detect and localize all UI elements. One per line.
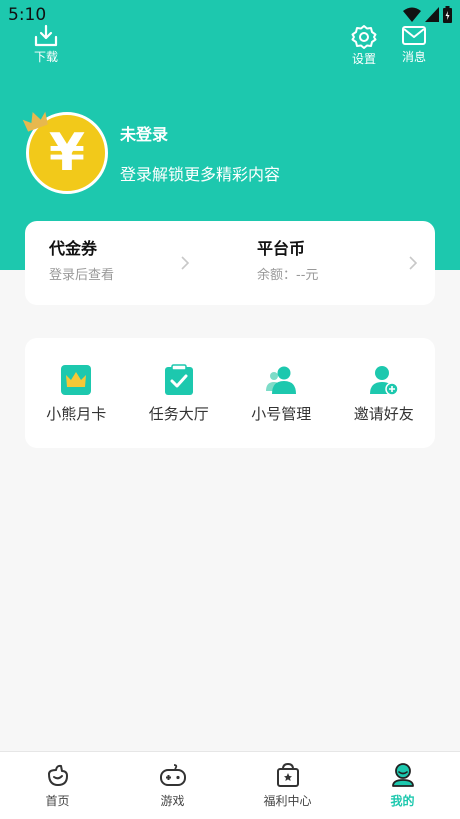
service-label: 邀请好友: [353, 405, 414, 423]
service-monthly-card[interactable]: 小熊月卡: [25, 338, 128, 448]
download-button[interactable]: 下载: [33, 24, 59, 65]
voucher-title: 代金券: [49, 239, 98, 258]
service-sub-account[interactable]: 小号管理: [230, 338, 333, 448]
login-hint[interactable]: 登录解锁更多精彩内容: [120, 161, 280, 185]
mail-icon: [402, 26, 426, 45]
download-icon: [34, 24, 58, 47]
voucher-subtitle: 登录后查看: [49, 268, 115, 283]
service-label: 任务大厅: [148, 405, 209, 423]
avatar-yen-symbol: ¥: [48, 123, 86, 183]
bottom-tab-bar: 首页 游戏 福利中心 我的: [0, 751, 460, 819]
tab-mine[interactable]: 我的: [345, 752, 460, 819]
avatar[interactable]: ¥: [22, 108, 112, 198]
chevron-right-icon: [409, 256, 418, 270]
messages-label: 消息: [401, 50, 426, 64]
download-label: 下载: [33, 50, 58, 64]
tab-games[interactable]: 游戏: [115, 752, 230, 819]
tab-label: 我的: [390, 794, 415, 808]
tab-label: 游戏: [160, 794, 185, 808]
status-icons: [403, 6, 452, 23]
gear-icon: [351, 25, 377, 49]
wifi-icon: [403, 7, 421, 22]
sub-account-icon: [266, 366, 297, 394]
tab-welfare[interactable]: 福利中心: [230, 752, 345, 819]
service-task-hall[interactable]: 任务大厅: [128, 338, 231, 448]
messages-button[interactable]: 消息: [401, 24, 427, 65]
tab-label: 首页: [45, 794, 70, 808]
chevron-right-icon: [181, 256, 190, 270]
service-invite-friend[interactable]: 邀请好友: [333, 338, 436, 448]
invite-friend-icon: [369, 366, 399, 396]
status-bar: 5:10: [0, 0, 460, 30]
status-time: 5:10: [8, 5, 47, 25]
platform-coin-balance: 余额：--元: [257, 268, 319, 283]
task-clipboard-icon: [164, 364, 193, 395]
service-label: 小号管理: [251, 405, 312, 423]
crown-icon: [22, 111, 48, 132]
wallet-card: 代金券 登录后查看 平台币 余额：--元: [25, 221, 435, 305]
home-icon: [47, 764, 68, 786]
profile-icon: [391, 763, 414, 787]
battery-icon: [443, 6, 452, 23]
settings-label: 设置: [351, 52, 376, 66]
services-grid: 小熊月卡 任务大厅 小号管理 邀请好友: [25, 338, 435, 448]
platform-coin-entry[interactable]: 平台币 余额：--元: [230, 221, 435, 305]
crown-card-icon: [61, 365, 92, 395]
username[interactable]: 未登录: [120, 121, 168, 145]
settings-button[interactable]: 设置: [351, 24, 377, 67]
service-label: 小熊月卡: [46, 405, 107, 423]
tab-home[interactable]: 首页: [0, 752, 115, 819]
gamepad-icon: [159, 764, 186, 786]
welfare-icon: [276, 762, 299, 787]
signal-icon: [425, 7, 439, 22]
voucher-entry[interactable]: 代金券 登录后查看: [25, 221, 230, 305]
platform-coin-title: 平台币: [257, 239, 306, 258]
tab-label: 福利中心: [263, 794, 312, 808]
